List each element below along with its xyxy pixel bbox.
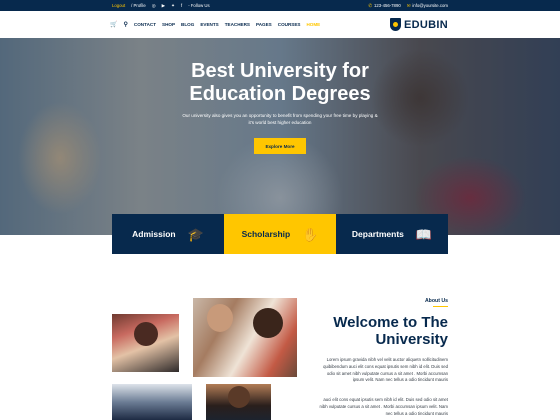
feature-label: Departments <box>351 229 404 239</box>
instagram-icon[interactable]: ◎ <box>152 3 156 9</box>
graduation-cap-icon: 🎓 <box>187 226 204 242</box>
about-divider <box>433 306 448 307</box>
cart-icon[interactable]: 🛒 <box>110 21 117 28</box>
nav-item-events[interactable]: EVENTS <box>200 22 218 27</box>
hero-title-line1: Best University for <box>191 60 369 82</box>
feature-label: Scholarship <box>241 229 291 239</box>
hero-title-line2: Education Degrees <box>189 83 371 105</box>
about-title: Welcome to The University <box>333 314 448 348</box>
feature-departments[interactable]: Departments 📖 <box>336 214 448 254</box>
hero-banner: Best University for Education Degrees Ou… <box>0 38 560 235</box>
email-contact[interactable]: ✉ info@yoursite.com <box>407 3 448 9</box>
nav-item-shop[interactable]: SHOP <box>162 22 175 27</box>
feature-boxes: Admission 🎓 Scholarship ✋ Departments 📖 <box>112 214 448 254</box>
feature-label: Admission <box>132 229 176 239</box>
hero-subtitle: Our university also gives you an opportu… <box>182 113 378 125</box>
follow-us-label: - Follow Us <box>188 3 210 8</box>
about-paragraph-1: Lorem ipsum gravida nibh vel velit aucto… <box>323 357 448 383</box>
facebook-icon[interactable]: f <box>181 3 182 8</box>
mail-icon: ✉ <box>406 2 411 8</box>
brand-logo[interactable]: EDUBIN <box>390 17 448 32</box>
nav-item-blog[interactable]: BLOG <box>181 22 194 27</box>
phone-contact[interactable]: ✆ 123-456-7890 <box>368 3 400 9</box>
main-header: 🛒 ⚲ CONTACT SHOP BLOG EVENTS TEACHERS PA… <box>0 11 560 38</box>
book-icon: 📖 <box>415 226 433 242</box>
phone-number: 123-456-7890 <box>373 2 401 8</box>
about-title-line1: Welcome to The <box>333 314 448 331</box>
student-reading-photo <box>112 314 179 372</box>
profile-link[interactable]: / Profile <box>131 3 146 8</box>
hand-coin-icon: ✋ <box>302 226 319 242</box>
nav-item-pages[interactable]: PAGES <box>256 22 272 27</box>
nav-item-courses[interactable]: COURSES <box>278 22 301 27</box>
top-bar: Logout / Profile ◎ ▶ ✦ f - Follow Us ✆ 12… <box>0 0 560 11</box>
feature-admission[interactable]: Admission 🎓 <box>112 214 224 254</box>
nav-item-home[interactable]: HOME <box>306 22 320 27</box>
phone-icon: ✆ <box>368 2 372 8</box>
youtube-icon[interactable]: ▶ <box>162 3 165 9</box>
brand-name: EDUBIN <box>404 18 448 31</box>
hero-title: Best University for Education Degrees <box>0 60 560 106</box>
explore-more-button[interactable]: Explore More <box>254 138 306 154</box>
feature-scholarship[interactable]: Scholarship ✋ <box>224 214 336 254</box>
about-paragraph-2: auci elit cons equat ipsutis sem nibh id… <box>319 397 448 416</box>
logout-link[interactable]: Logout <box>112 3 125 8</box>
nav-item-contact[interactable]: CONTACT <box>134 22 156 27</box>
classroom-photo <box>112 384 192 420</box>
teacher-and-student-photo <box>193 298 297 377</box>
email-address: info@yoursite.com <box>412 2 448 8</box>
nav-item-teachers[interactable]: TEACHERS <box>225 22 250 27</box>
student-laptop-photo <box>206 384 271 420</box>
about-us-tag: About Us <box>424 298 448 304</box>
main-nav: 🛒 ⚲ CONTACT SHOP BLOG EVENTS TEACHERS PA… <box>110 11 320 38</box>
search-icon[interactable]: ⚲ <box>123 21 127 28</box>
twitter-icon[interactable]: ✦ <box>171 3 175 9</box>
about-title-line2: University <box>375 331 448 348</box>
shield-logo-icon <box>390 18 402 31</box>
